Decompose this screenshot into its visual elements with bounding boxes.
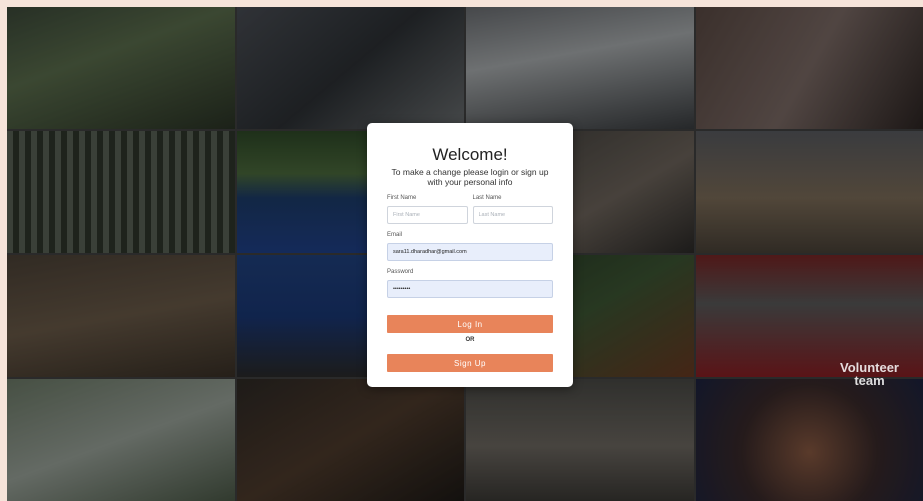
background-photo (236, 7, 464, 129)
background-photo (7, 255, 235, 377)
last-name-input[interactable] (472, 206, 553, 224)
photo-text-line: team (854, 373, 885, 388)
email-label: Email (387, 232, 403, 238)
email-input[interactable] (387, 243, 553, 261)
signup-button[interactable]: Sign Up (387, 354, 553, 372)
background-photo (7, 7, 235, 129)
background-photo (695, 379, 923, 501)
password-group: Password (387, 269, 553, 298)
password-label: Password (387, 269, 414, 275)
background-photo (236, 379, 464, 501)
login-card: Welcome! To make a change please login o… (367, 123, 573, 387)
email-group: Email (387, 232, 553, 261)
last-name-group: Last Name (472, 195, 553, 224)
background-photo (466, 379, 694, 501)
first-name-label: First Name (387, 195, 417, 201)
background-photo (7, 131, 235, 253)
background-photo (7, 379, 235, 501)
first-name-input[interactable] (387, 206, 468, 224)
login-button[interactable]: Log In (387, 315, 553, 333)
background-photo (695, 7, 923, 129)
last-name-label: Last Name (472, 195, 502, 201)
or-divider: OR (465, 337, 475, 343)
background-photo (695, 255, 923, 377)
background-photo (466, 7, 694, 129)
volunteer-team-photo-text: Volunteer team (840, 361, 899, 387)
welcome-title: Welcome! (432, 145, 508, 164)
first-name-group: First Name (387, 195, 468, 224)
password-input[interactable] (387, 280, 553, 298)
background-photo (695, 131, 923, 253)
welcome-subtitle: To make a change please login or sign up… (391, 167, 549, 187)
name-row: First Name Last Name (387, 195, 553, 224)
